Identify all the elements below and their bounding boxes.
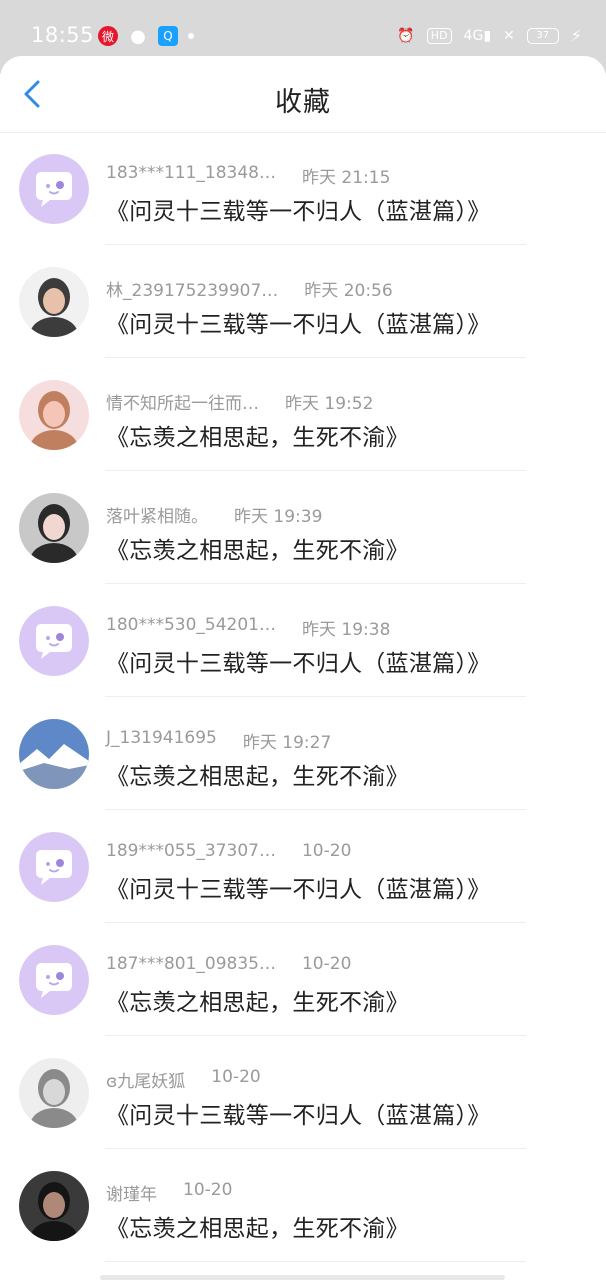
- status-right-icons: ⏰ HD 4G▮ ✕ 37 ⚡: [397, 26, 582, 45]
- avatar-image: [19, 1171, 89, 1241]
- favorites-list: 183***111_18348… 昨天 21:15 《问灵十三载等一不归人（蓝湛篇）…: [0, 132, 606, 1262]
- wifi-off-icon: ✕: [503, 27, 515, 44]
- item-meta: J_131941695 昨天 19:27: [106, 728, 331, 753]
- default-avatar-icon: [19, 832, 89, 902]
- item-username: 180***530_54201…: [106, 615, 276, 635]
- item-meta: 林_239175239907… 昨天 20:56: [106, 276, 393, 301]
- item-time: 昨天 19:38: [301, 620, 391, 640]
- item-title: 《问灵十三载等一不归人（蓝湛篇）》: [106, 312, 491, 338]
- avatar[interactable]: [19, 945, 89, 1015]
- item-time: 昨天 19:27: [242, 733, 332, 753]
- home-indicator: [100, 1275, 505, 1280]
- item-time: 昨天 21:15: [301, 168, 391, 188]
- item-time: 10-20: [211, 1067, 261, 1087]
- item-title: 《问灵十三载等一不归人（蓝湛篇）》: [106, 199, 491, 225]
- list-item[interactable]: 谢瑾年 10-20 《忘羡之相思起，生死不渝》: [0, 1149, 606, 1262]
- avatar-image: [19, 493, 89, 563]
- item-username: J_131941695: [106, 728, 217, 748]
- list-item[interactable]: 187***801_09835… 10-20 《忘羡之相思起，生死不渝》: [0, 923, 606, 1036]
- item-meta: 谢瑾年 10-20: [106, 1180, 232, 1205]
- page-title: 收藏: [275, 87, 331, 118]
- list-item[interactable]: 情不知所起一往而… 昨天 19:52 《忘羡之相思起，生死不渝》: [0, 358, 606, 471]
- avatar-image: [19, 1058, 89, 1128]
- default-avatar-icon: [19, 154, 89, 224]
- item-title: 《忘羡之相思起，生死不渝》: [106, 425, 409, 451]
- item-username: 189***055_37307…: [106, 841, 276, 861]
- item-title: 《忘羡之相思起，生死不渝》: [106, 538, 409, 564]
- list-item[interactable]: 189***055_37307… 10-20 《问灵十三载等一不归人（蓝湛篇）》: [0, 810, 606, 923]
- item-title: 《忘羡之相思起，生死不渝》: [106, 990, 409, 1016]
- list-item[interactable]: 183***111_18348… 昨天 21:15 《问灵十三载等一不归人（蓝湛篇）…: [0, 132, 606, 245]
- avatar[interactable]: [19, 832, 89, 902]
- divider: [105, 1261, 526, 1262]
- item-title: 《问灵十三载等一不归人（蓝湛篇）》: [106, 651, 491, 677]
- item-meta: 187***801_09835… 10-20: [106, 954, 351, 974]
- item-meta: 189***055_37307… 10-20: [106, 841, 351, 861]
- avatar[interactable]: [19, 1058, 89, 1128]
- hd-icon: HD: [426, 27, 452, 44]
- item-time: 昨天 20:56: [304, 281, 393, 301]
- avatar[interactable]: [19, 493, 89, 563]
- item-time: 10-20: [301, 841, 352, 861]
- list-item[interactable]: 落叶紧相随。 昨天 19:39 《忘羡之相思起，生死不渝》: [0, 471, 606, 584]
- avatar[interactable]: [19, 267, 89, 337]
- item-username: 林_239175239907…: [106, 281, 279, 301]
- signal-icon: 4G▮: [463, 27, 492, 44]
- battery-icon: 37: [526, 27, 559, 44]
- item-title: 《忘羡之相思起，生死不渝》: [106, 1216, 409, 1242]
- item-username: 情不知所起一往而…: [106, 394, 259, 414]
- item-meta: 180***530_54201… 昨天 19:38: [106, 615, 390, 640]
- list-item[interactable]: ɞ九尾妖狐 10-20 《问灵十三载等一不归人（蓝湛篇）》: [0, 1036, 606, 1149]
- item-title: 《忘羡之相思起，生死不渝》: [106, 764, 409, 790]
- item-title: 《问灵十三载等一不归人（蓝湛篇）》: [106, 1103, 491, 1129]
- status-time: 18:55: [31, 23, 95, 47]
- item-username: ɞ九尾妖狐: [106, 1072, 186, 1092]
- avatar[interactable]: [19, 719, 89, 789]
- avatar-image: [19, 380, 89, 450]
- qq-browser-icon: Q: [158, 26, 178, 46]
- avatar[interactable]: [19, 154, 89, 224]
- avatar[interactable]: [19, 380, 89, 450]
- wechat-icon: ●: [130, 25, 146, 47]
- item-time: 10-20: [183, 1180, 233, 1200]
- weibo-icon: 微: [98, 26, 118, 46]
- item-meta: 情不知所起一往而… 昨天 19:52: [106, 389, 373, 414]
- item-title: 《问灵十三载等一不归人（蓝湛篇）》: [106, 877, 491, 903]
- avatar[interactable]: [19, 1171, 89, 1241]
- list-item[interactable]: J_131941695 昨天 19:27 《忘羡之相思起，生死不渝》: [0, 697, 606, 810]
- item-time: 昨天 19:52: [285, 394, 374, 414]
- item-username: 183***111_18348…: [106, 163, 276, 183]
- avatar[interactable]: [19, 606, 89, 676]
- item-meta: 落叶紧相随。 昨天 19:39: [106, 502, 322, 527]
- default-avatar-icon: [19, 606, 89, 676]
- item-meta: 183***111_18348… 昨天 21:15: [106, 163, 390, 188]
- item-time: 昨天 19:39: [234, 507, 323, 527]
- charging-icon: ⚡: [570, 26, 582, 45]
- item-username: 落叶紧相随。: [106, 507, 208, 527]
- notification-icons: 微 ● Q: [98, 25, 194, 47]
- item-username: 谢瑾年: [106, 1185, 157, 1205]
- nav-header: 收藏: [0, 56, 606, 132]
- default-avatar-icon: [19, 945, 89, 1015]
- item-username: 187***801_09835…: [106, 954, 276, 974]
- avatar-image: [19, 267, 89, 337]
- avatar-image: [19, 719, 89, 789]
- item-meta: ɞ九尾妖狐 10-20: [106, 1067, 261, 1092]
- more-notifications-dot: [188, 33, 194, 39]
- item-time: 10-20: [301, 954, 352, 974]
- alarm-icon: ⏰: [397, 27, 415, 44]
- list-item[interactable]: 林_239175239907… 昨天 20:56 《问灵十三载等一不归人（蓝湛篇）》: [0, 245, 606, 358]
- list-item[interactable]: 180***530_54201… 昨天 19:38 《问灵十三载等一不归人（蓝湛篇）…: [0, 584, 606, 697]
